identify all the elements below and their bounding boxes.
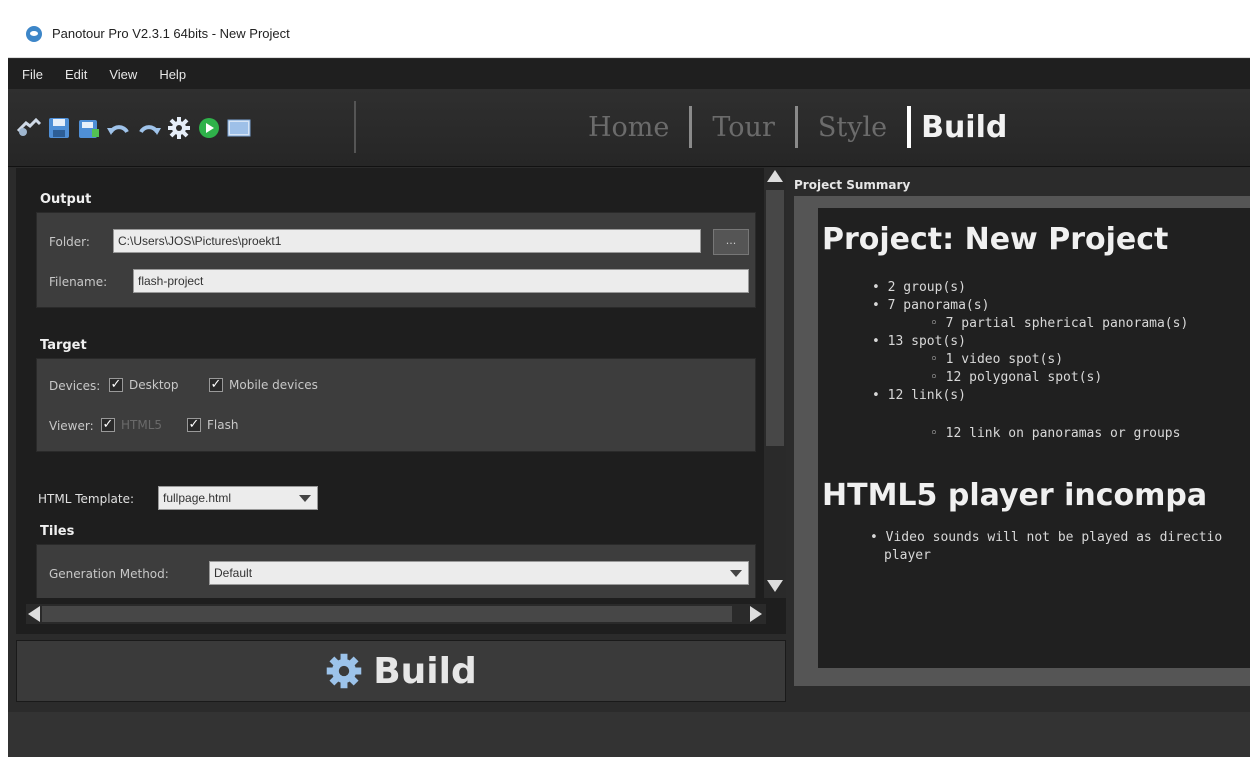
save-as-icon[interactable] <box>76 115 102 141</box>
title-bar: Panotour Pro V2.3.1 64bits - New Project <box>8 10 1250 58</box>
checkmark-icon: ✓ <box>109 377 123 392</box>
menu-file[interactable]: File <box>22 67 43 82</box>
tab-style[interactable]: Style <box>798 112 907 143</box>
project-summary-header: Project Summary <box>794 178 911 192</box>
menu-bar: File Edit View Help <box>8 59 1250 89</box>
app-logo-icon <box>26 25 42 42</box>
generation-method-select[interactable]: Default <box>209 561 749 585</box>
gear-icon <box>326 653 362 689</box>
summary-item: • 12 link(s) <box>872 388 966 403</box>
build-button[interactable]: Build <box>16 640 786 702</box>
summary-heading-html5: HTML5 player incompa <box>822 478 1208 513</box>
section-output: Output <box>40 192 92 207</box>
section-target: Target <box>40 338 87 353</box>
menu-view[interactable]: View <box>109 67 137 82</box>
summary-item: • 7 panorama(s) <box>872 298 990 313</box>
browse-folder-button[interactable]: ... <box>713 229 749 255</box>
build-settings-panel: Output Folder: C:\Users\JOS\Pictures\pro… <box>16 168 786 634</box>
tab-build[interactable]: Build <box>911 110 1027 145</box>
tiles-group: Generation Method: Default <box>36 544 756 598</box>
tab-tour[interactable]: Tour <box>692 112 794 143</box>
summary-item: • 2 group(s) <box>872 280 966 295</box>
summary-note: • Video sounds will not be played as dir… <box>870 530 1223 545</box>
summary-subitem: ◦ 12 link on panoramas or groups <box>930 426 1181 441</box>
flash-label: Flash <box>207 418 239 432</box>
window-title: Panotour Pro V2.3.1 64bits - New Project <box>52 26 290 41</box>
chevron-down-icon <box>730 570 742 577</box>
scroll-thumb[interactable] <box>766 190 784 446</box>
summary-subitem: ◦ 7 partial spherical panorama(s) <box>930 316 1189 331</box>
scroll-up-icon[interactable] <box>767 170 783 182</box>
desktop-label: Desktop <box>129 378 179 392</box>
html-template-value: fullpage.html <box>163 491 232 505</box>
project-summary: Project: New Project • 2 group(s) • 7 pa… <box>818 208 1250 668</box>
folder-label: Folder: <box>49 235 90 249</box>
play-icon[interactable] <box>196 115 222 141</box>
mobile-label: Mobile devices <box>229 378 318 392</box>
flash-checkbox[interactable]: ✓ Flash <box>187 418 238 432</box>
image-icon[interactable] <box>226 115 252 141</box>
generation-method-label: Generation Method: <box>49 567 169 581</box>
scroll-down-icon[interactable] <box>767 580 783 592</box>
checkmark-icon: ✓ <box>101 417 115 432</box>
checkmark-icon: ✓ <box>187 417 201 432</box>
devices-label: Devices: <box>49 379 101 393</box>
status-bar <box>8 712 1250 757</box>
folder-input[interactable]: C:\Users\JOS\Pictures\proekt1 <box>113 229 701 253</box>
summary-subitem: ◦ 12 polygonal spot(s) <box>930 370 1103 385</box>
scroll-left-icon[interactable] <box>28 606 40 622</box>
summary-title: Project: New Project <box>822 222 1169 257</box>
target-group: Devices: ✓ Desktop ✓ Mobile devices View… <box>36 358 756 452</box>
filename-label: Filename: <box>49 275 108 289</box>
toolbar: Home Tour Style Build <box>8 89 1250 167</box>
html5-checkbox[interactable]: ✓ HTML5 <box>101 418 162 432</box>
html5-label: HTML5 <box>121 418 163 432</box>
desktop-checkbox[interactable]: ✓ Desktop <box>109 378 179 392</box>
toolbar-separator <box>354 101 356 153</box>
viewer-label: Viewer: <box>49 419 94 433</box>
filename-input[interactable]: flash-project <box>133 269 749 293</box>
menu-help[interactable]: Help <box>159 67 186 82</box>
summary-subitem: ◦ 1 video spot(s) <box>930 352 1064 367</box>
vertical-scrollbar[interactable] <box>764 168 786 598</box>
tab-home[interactable]: Home <box>568 112 689 143</box>
chevron-down-icon <box>299 495 311 502</box>
html-template-label: HTML Template: <box>38 492 135 506</box>
scroll-right-icon[interactable] <box>750 606 762 622</box>
summary-note-continued: player <box>884 548 931 563</box>
redo-icon[interactable] <box>136 115 162 141</box>
main-nav: Home Tour Style Build <box>568 105 1027 149</box>
save-icon[interactable] <box>46 115 72 141</box>
section-tiles: Tiles <box>40 524 75 539</box>
undo-icon[interactable] <box>106 115 132 141</box>
scroll-thumb[interactable] <box>42 606 732 622</box>
settings-icon[interactable] <box>166 115 192 141</box>
generation-method-value: Default <box>214 566 253 580</box>
build-button-label: Build <box>373 650 477 692</box>
checkmark-icon: ✓ <box>209 377 223 392</box>
mobile-checkbox[interactable]: ✓ Mobile devices <box>209 378 318 392</box>
horizontal-scrollbar[interactable] <box>26 604 766 624</box>
open-icon[interactable] <box>16 115 42 141</box>
menu-edit[interactable]: Edit <box>65 67 87 82</box>
output-group: Folder: C:\Users\JOS\Pictures\proekt1 ..… <box>36 212 756 308</box>
html-template-select[interactable]: fullpage.html <box>158 486 318 510</box>
summary-item: • 13 spot(s) <box>872 334 966 349</box>
settings-scroll-area: Output Folder: C:\Users\JOS\Pictures\pro… <box>16 168 756 598</box>
